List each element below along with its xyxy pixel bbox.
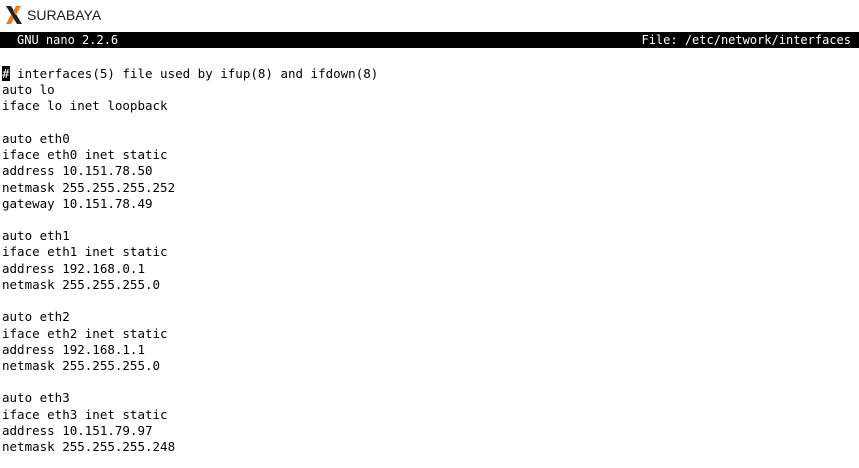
editor-line-text: address 192.168.0.1 xyxy=(2,260,145,276)
editor-line[interactable]: gateway 10.151.78.49 xyxy=(2,196,859,212)
text-cursor: # xyxy=(2,66,10,81)
editor-line-text: iface eth1 inet static xyxy=(2,244,168,260)
editor-line[interactable]: netmask 255.255.255.252 xyxy=(2,180,859,196)
editor-line[interactable]: iface eth0 inet static xyxy=(2,147,859,163)
nano-version-label: GNU nano 2.2.6 xyxy=(17,33,119,47)
xming-x-icon[interactable] xyxy=(4,5,24,25)
editor-line[interactable]: iface lo inet loopback xyxy=(2,98,859,114)
editor-line[interactable]: iface eth1 inet static xyxy=(2,244,859,260)
editor-line[interactable]: address 192.168.1.1 xyxy=(2,342,859,358)
nano-file-label: File: /etc/network/interfaces xyxy=(641,33,851,47)
editor-line[interactable] xyxy=(2,212,859,228)
editor-line-text: auto lo xyxy=(2,82,55,98)
editor-line[interactable]: netmask 255.255.255.0 xyxy=(2,277,859,293)
editor-line-text: gateway 10.151.78.49 xyxy=(2,195,153,211)
editor-line[interactable] xyxy=(2,115,859,131)
editor-line-text: address 10.151.79.97 xyxy=(2,422,153,438)
editor-line-text: auto eth2 xyxy=(2,309,70,325)
editor-line[interactable]: netmask 255.255.255.248 xyxy=(2,439,859,455)
window-title: SURABAYA xyxy=(27,7,102,23)
editor-line-text: iface eth2 inet static xyxy=(2,325,168,341)
editor-line[interactable]: # interfaces(5) file used by ifup(8) and… xyxy=(2,66,859,82)
editor-line-text: address 192.168.1.1 xyxy=(2,341,145,357)
nano-title-bar: GNU nano 2.2.6 File: /etc/network/interf… xyxy=(0,32,859,48)
editor-line-text: iface eth3 inet static xyxy=(2,406,168,422)
editor-line-text: address 10.151.78.50 xyxy=(2,163,153,179)
text-editor-area[interactable]: # interfaces(5) file used by ifup(8) and… xyxy=(2,66,859,468)
editor-line[interactable]: auto lo xyxy=(2,82,859,98)
editor-line-text: auto eth0 xyxy=(2,130,70,146)
editor-line[interactable]: auto eth3 xyxy=(2,390,859,406)
editor-line-text: netmask 255.255.255.248 xyxy=(2,439,176,455)
editor-line[interactable]: auto eth0 xyxy=(2,131,859,147)
window-titlebar[interactable]: SURABAYA xyxy=(0,0,859,30)
editor-line-text: netmask 255.255.255.0 xyxy=(2,357,161,373)
editor-line[interactable]: address 10.151.79.97 xyxy=(2,423,859,439)
editor-line-text: netmask 255.255.255.0 xyxy=(2,276,161,292)
editor-line[interactable]: iface eth3 inet static xyxy=(2,407,859,423)
editor-line[interactable]: address 192.168.0.1 xyxy=(2,261,859,277)
editor-line-text: iface lo inet loopback xyxy=(2,98,168,114)
editor-line[interactable] xyxy=(2,293,859,309)
editor-line[interactable] xyxy=(2,374,859,390)
editor-line-text: interfaces(5) file used by ifup(8) and i… xyxy=(9,66,379,81)
editor-line-text: auto eth1 xyxy=(2,228,70,244)
editor-line[interactable]: address 10.151.78.50 xyxy=(2,163,859,179)
editor-line[interactable]: auto eth2 xyxy=(2,309,859,325)
editor-line-text: iface eth0 inet static xyxy=(2,147,168,163)
editor-line[interactable]: iface eth2 inet static xyxy=(2,326,859,342)
editor-line-text: netmask 255.255.255.252 xyxy=(2,179,176,195)
editor-line[interactable]: netmask 255.255.255.0 xyxy=(2,358,859,374)
editor-line-text: auto eth3 xyxy=(2,390,70,406)
editor-line[interactable]: auto eth1 xyxy=(2,228,859,244)
